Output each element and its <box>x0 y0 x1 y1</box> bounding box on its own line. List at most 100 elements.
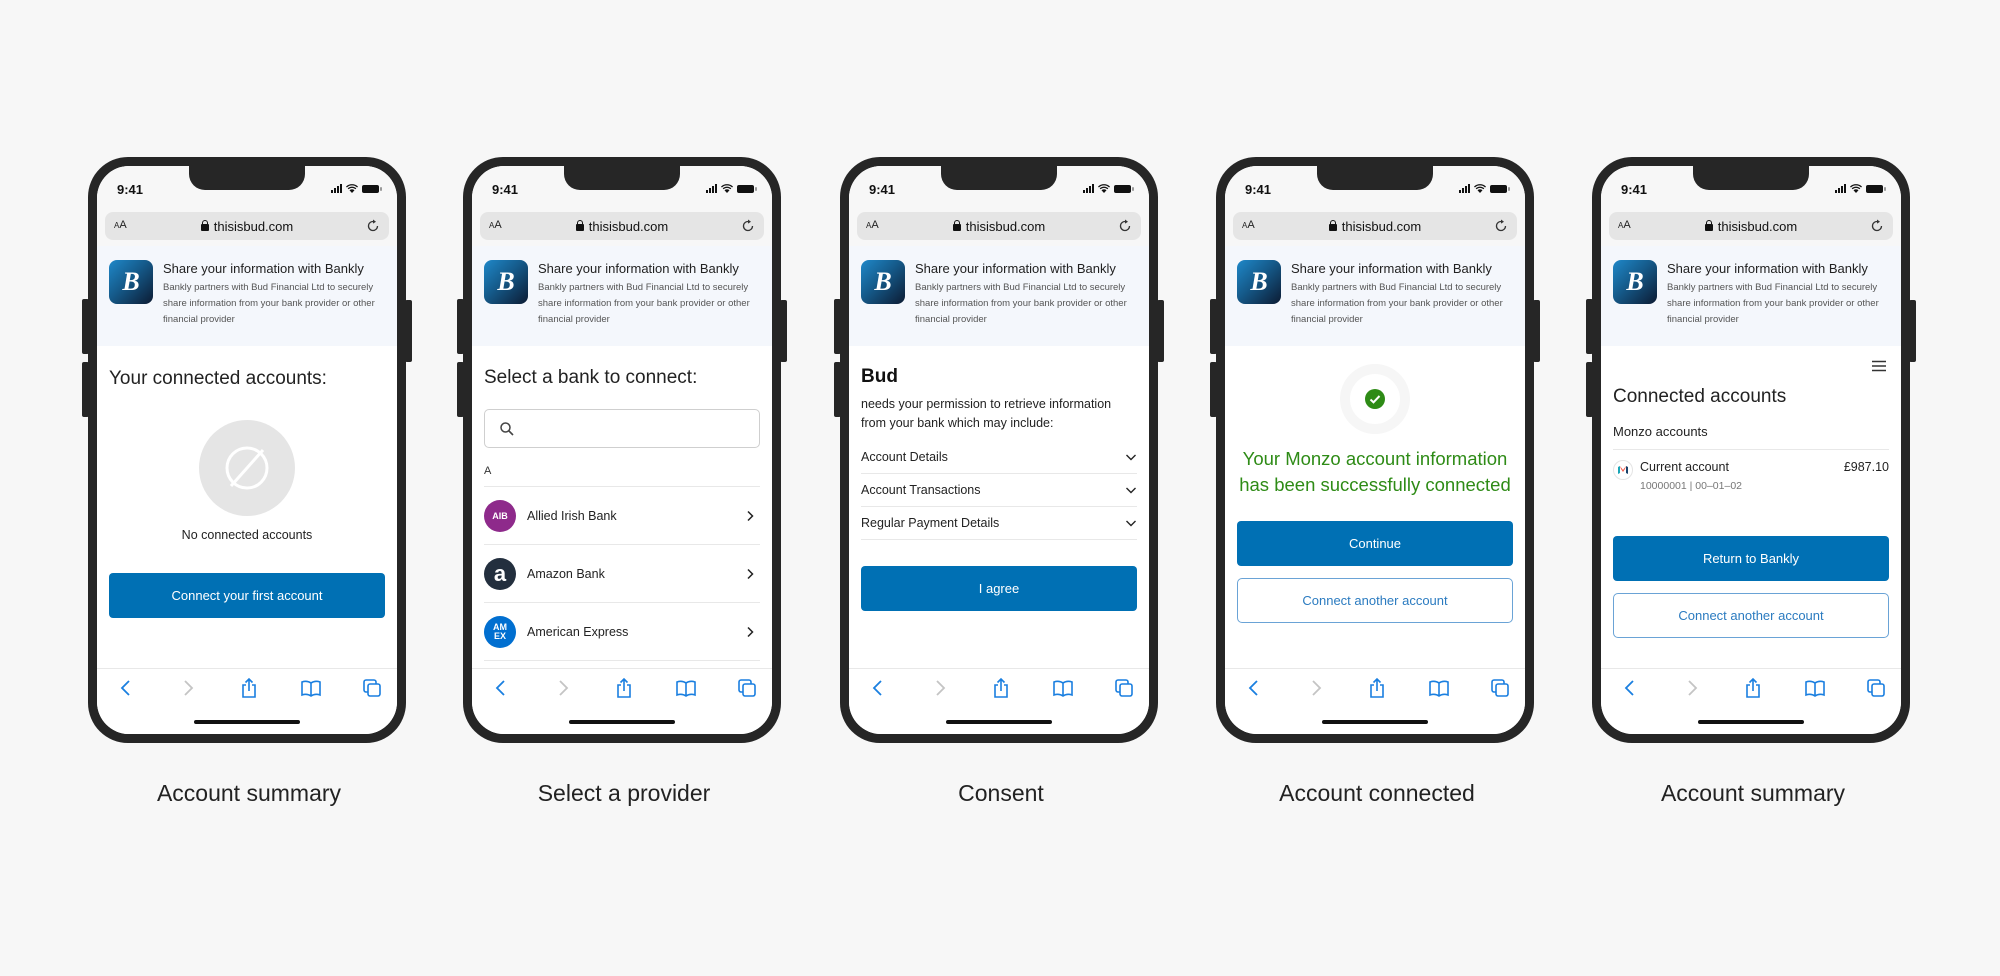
forward-icon[interactable] <box>552 677 574 699</box>
home-indicator <box>1698 720 1804 724</box>
tabs-icon[interactable] <box>1865 677 1887 699</box>
bank-name: Amazon Bank <box>527 566 605 581</box>
i-agree-button[interactable]: I agree <box>861 566 1137 611</box>
screen-caption: Consent <box>958 780 1044 806</box>
empty-state-icon <box>199 420 295 516</box>
text-size-button[interactable]: AA <box>489 219 502 231</box>
text-size-button[interactable]: AA <box>1242 219 1255 231</box>
tabs-icon[interactable] <box>1489 677 1511 699</box>
home-indicator <box>569 720 675 724</box>
home-indicator <box>194 720 300 724</box>
battery-icon <box>1490 184 1510 193</box>
phone-select-provider: 9:41 AA thisisbud.com B Share your infor… <box>457 157 787 806</box>
power-button <box>1533 300 1540 362</box>
wifi-icon <box>1850 184 1862 193</box>
bank-item-allied-irish-bank[interactable]: AIB Allied Irish Bank <box>484 487 760 545</box>
reload-icon[interactable] <box>1117 218 1133 234</box>
phone-frame: 9:41 AA thisisbud.com B Share your infor… <box>457 157 787 743</box>
banner-title: Share your information with Bankly <box>915 261 1116 276</box>
banner-text: Bankly partners with Bud Financial Ltd t… <box>163 282 375 325</box>
permission-account-details[interactable]: Account Details <box>861 441 1137 474</box>
reload-icon[interactable] <box>740 218 756 234</box>
text-size-button[interactable]: AA <box>866 219 879 231</box>
back-icon[interactable] <box>115 677 137 699</box>
bank-item-amazon-bank[interactable]: a Amazon Bank <box>484 545 760 603</box>
browser-toolbar <box>1225 668 1525 734</box>
permission-regular-payment-details[interactable]: Regular Payment Details <box>861 507 1137 540</box>
forward-icon[interactable] <box>177 677 199 699</box>
partner-banner: B Share your information with Bankly Ban… <box>849 246 1149 346</box>
text-size-button[interactable]: AA <box>1618 219 1631 231</box>
monzo-logo <box>1613 460 1633 480</box>
search-icon <box>500 422 514 436</box>
continue-button[interactable]: Continue <box>1237 521 1513 566</box>
share-icon[interactable] <box>990 677 1012 699</box>
return-to-bankly-button[interactable]: Return to Bankly <box>1613 536 1889 581</box>
menu-icon[interactable] <box>1871 360 1887 372</box>
consent-title: Bud <box>861 366 898 387</box>
notch <box>941 166 1057 190</box>
back-icon[interactable] <box>1619 677 1641 699</box>
forward-icon[interactable] <box>1305 677 1327 699</box>
address-bar[interactable]: AA thisisbud.com <box>480 212 764 240</box>
volume-down-button <box>457 362 464 417</box>
bank-search-input[interactable] <box>484 409 760 448</box>
bookmarks-icon[interactable] <box>1052 677 1074 699</box>
tabs-icon[interactable] <box>1113 677 1135 699</box>
back-icon[interactable] <box>867 677 889 699</box>
power-button <box>1909 300 1916 362</box>
empty-state-text: No connected accounts <box>181 528 313 542</box>
bookmarks-icon[interactable] <box>300 677 322 699</box>
screen: 9:41 AA thisisbud.com B Share your infor… <box>1225 166 1525 734</box>
page-title: Connected accounts <box>1613 386 1787 407</box>
tabs-icon[interactable] <box>736 677 758 699</box>
share-icon[interactable] <box>1742 677 1764 699</box>
reload-icon[interactable] <box>365 218 381 234</box>
lock-icon <box>1704 219 1713 231</box>
chevron-down-icon <box>1126 520 1136 527</box>
connect-first-account-button[interactable]: Connect your first account <box>109 573 385 618</box>
chevron-down-icon <box>1126 454 1136 461</box>
url-text: thisisbud.com <box>1341 218 1422 234</box>
connect-another-account-button[interactable]: Connect another account <box>1237 578 1513 623</box>
chevron-right-icon <box>747 626 754 637</box>
address-bar[interactable]: AA thisisbud.com <box>857 212 1141 240</box>
group-title: Monzo accounts <box>1613 424 1889 450</box>
back-icon[interactable] <box>1243 677 1265 699</box>
share-icon[interactable] <box>238 677 260 699</box>
battery-icon <box>1114 184 1134 193</box>
bankly-logo: B <box>1613 260 1657 304</box>
address-bar[interactable]: AA thisisbud.com <box>1609 212 1893 240</box>
signal-icon <box>331 184 342 193</box>
lock-icon <box>575 219 584 231</box>
bookmarks-icon[interactable] <box>1428 677 1450 699</box>
reload-icon[interactable] <box>1869 218 1885 234</box>
banner-title: Share your information with Bankly <box>163 261 364 276</box>
lock-icon <box>200 219 209 231</box>
connect-another-account-button[interactable]: Connect another account <box>1613 593 1889 638</box>
permission-account-transactions[interactable]: Account Transactions <box>861 474 1137 507</box>
address-bar[interactable]: AA thisisbud.com <box>105 212 389 240</box>
bank-item-american-express[interactable]: AM EX American Express <box>484 603 760 661</box>
bookmarks-icon[interactable] <box>1804 677 1826 699</box>
address-bar[interactable]: AA thisisbud.com <box>1233 212 1517 240</box>
forward-icon[interactable] <box>1681 677 1703 699</box>
share-icon[interactable] <box>1366 677 1388 699</box>
wifi-icon <box>1098 184 1110 193</box>
tabs-icon[interactable] <box>361 677 383 699</box>
share-icon[interactable] <box>613 677 635 699</box>
notch <box>564 166 680 190</box>
bookmarks-icon[interactable] <box>675 677 697 699</box>
phone-frame: 9:41 AA thisisbud.com B Share your infor… <box>1210 157 1540 743</box>
account-name: Current account <box>1640 460 1729 474</box>
reload-icon[interactable] <box>1493 218 1509 234</box>
back-icon[interactable] <box>490 677 512 699</box>
screen-caption: Account summary <box>156 780 342 806</box>
phone-account-summary-empty: 9:41 AA thisisbud.com B Share your infor… <box>82 157 412 806</box>
success-badge <box>1340 364 1410 434</box>
text-size-button[interactable]: AA <box>114 219 127 231</box>
forward-icon[interactable] <box>929 677 951 699</box>
account-item[interactable]: Current account 10000001 | 00–01–02 £987… <box>1613 460 1889 516</box>
bankly-logo: B <box>1237 260 1281 304</box>
status-time: 9:41 <box>117 182 144 197</box>
